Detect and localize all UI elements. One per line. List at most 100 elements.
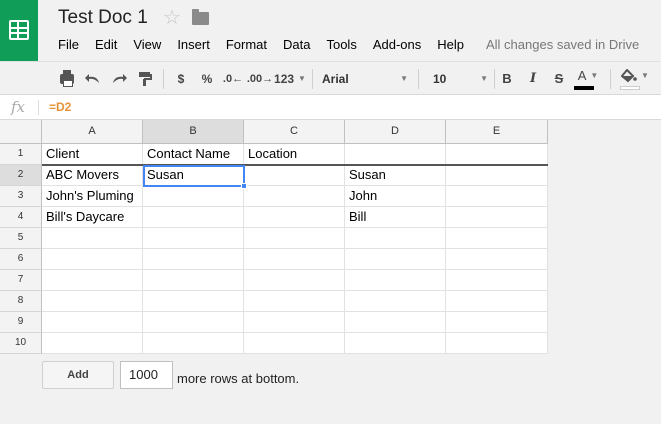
column-header-b[interactable]: B [143,120,244,144]
menu-item-tools[interactable]: Tools [318,37,364,53]
cell-b1[interactable]: Contact Name [143,144,244,165]
row-header-8[interactable]: 8 [0,291,42,312]
rows-count-input[interactable]: 1000 [120,361,173,389]
cell-a6[interactable] [42,249,143,270]
cell-e6[interactable] [446,249,548,270]
text-color-button[interactable]: A ▼ [572,62,604,95]
cell-a7[interactable] [42,270,143,291]
cell-e8[interactable] [446,291,548,312]
sheets-logo-icon[interactable] [0,0,38,61]
fill-color-button[interactable]: ▼ [618,62,652,95]
cell-c8[interactable] [244,291,345,312]
row-header-3[interactable]: 3 [0,186,42,207]
decrease-decimal-button[interactable]: .0← [222,62,244,95]
cell-a5[interactable] [42,228,143,249]
undo-button[interactable] [84,62,102,95]
paint-format-button[interactable] [136,62,154,95]
menu-item-format[interactable]: Format [218,37,275,53]
cell-b9[interactable] [143,312,244,333]
cell-a4[interactable]: Bill's Daycare [42,207,143,228]
folder-icon[interactable] [192,9,209,25]
cell-c9[interactable] [244,312,345,333]
cell-d8[interactable] [345,291,446,312]
add-rows-button[interactable]: Add [42,361,114,389]
frozen-row-divider[interactable] [42,164,548,166]
menu-item-insert[interactable]: Insert [169,37,218,53]
cell-b5[interactable] [143,228,244,249]
row-header-5[interactable]: 5 [0,228,42,249]
percent-button[interactable]: % [198,62,216,95]
menu-item-data[interactable]: Data [275,37,318,53]
cell-d2[interactable]: Susan [345,165,446,186]
italic-button[interactable]: I [526,62,540,95]
column-header-d[interactable]: D [345,120,446,144]
menu-item-add-ons[interactable]: Add-ons [365,37,429,53]
cell-e3[interactable] [446,186,548,207]
currency-button[interactable]: $ [172,62,190,95]
cell-a8[interactable] [42,291,143,312]
cell-e5[interactable] [446,228,548,249]
row-header-7[interactable]: 7 [0,270,42,291]
menu-item-file[interactable]: File [50,37,87,53]
row-header-10[interactable]: 10 [0,333,42,354]
cell-a2[interactable]: ABC Movers [42,165,143,186]
cell-c3[interactable] [244,186,345,207]
row-header-2[interactable]: 2 [0,165,42,186]
menu-item-view[interactable]: View [125,37,169,53]
column-header-c[interactable]: C [244,120,345,144]
cell-a9[interactable] [42,312,143,333]
cell-c7[interactable] [244,270,345,291]
menu-item-help[interactable]: Help [429,37,472,53]
cell-e2[interactable] [446,165,548,186]
row-header-1[interactable]: 1 [0,144,42,165]
cell-c1[interactable]: Location [244,144,345,165]
formula-input[interactable]: =D2 [49,100,71,114]
cell-a3[interactable]: John's Pluming [42,186,143,207]
print-button[interactable] [58,62,76,95]
cell-e9[interactable] [446,312,548,333]
cell-b4[interactable] [143,207,244,228]
cell-d7[interactable] [345,270,446,291]
cell-d3[interactable]: John [345,186,446,207]
cell-c5[interactable] [244,228,345,249]
bold-button[interactable]: B [500,62,514,95]
cell-c4[interactable] [244,207,345,228]
cell-d1[interactable] [345,144,446,165]
column-header-e[interactable]: E [446,120,548,144]
cell-e7[interactable] [446,270,548,291]
cell-d10[interactable] [345,333,446,354]
cell-e4[interactable] [446,207,548,228]
cell-c2[interactable] [244,165,345,186]
cell-b7[interactable] [143,270,244,291]
document-title[interactable]: Test Doc 1 [58,7,148,29]
column-header-a[interactable]: A [42,120,143,144]
more-formats-button[interactable]: 123 ▼ [274,62,306,95]
increase-decimal-button[interactable]: .00→ [247,62,273,95]
cell-e1[interactable] [446,144,548,165]
cell-a10[interactable] [42,333,143,354]
font-size-select[interactable]: 10 ▼ [433,62,488,95]
cell-b2[interactable]: Susan [143,165,244,186]
cell-e10[interactable] [446,333,548,354]
redo-button[interactable] [110,62,128,95]
cell-b3[interactable] [143,186,244,207]
cell-a1[interactable]: Client [42,144,143,165]
star-icon[interactable]: ☆ [163,6,181,30]
row-header-9[interactable]: 9 [0,312,42,333]
cell-b10[interactable] [143,333,244,354]
cell-c10[interactable] [244,333,345,354]
row-header-4[interactable]: 4 [0,207,42,228]
row-header-6[interactable]: 6 [0,249,42,270]
menu-item-edit[interactable]: Edit [87,37,125,53]
cell-d6[interactable] [345,249,446,270]
cell-d9[interactable] [345,312,446,333]
cell-b8[interactable] [143,291,244,312]
strikethrough-button[interactable]: S [552,62,566,95]
font-family-select[interactable]: Arial ▼ [322,62,408,95]
cell-d4[interactable]: Bill [345,207,446,228]
select-all-corner[interactable] [0,120,42,144]
cell-c6[interactable] [244,249,345,270]
cell-b6[interactable] [143,249,244,270]
cell-d5[interactable] [345,228,446,249]
save-status[interactable]: All changes saved in Drive [486,37,639,53]
